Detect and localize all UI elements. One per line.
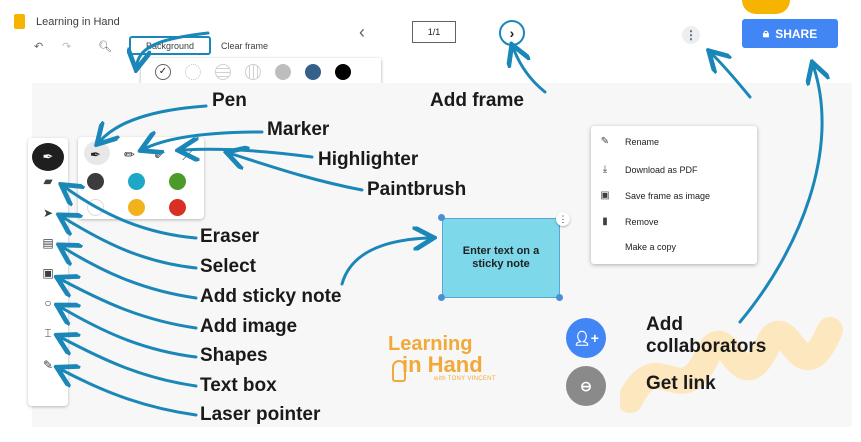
label-add-collaborators-line2: collaborators	[646, 335, 767, 357]
logo-line2: in Hand	[402, 352, 483, 377]
label-paintbrush: Paintbrush	[367, 179, 467, 200]
get-link-button[interactable]: ⊖	[566, 366, 606, 406]
label-pen: Pen	[212, 90, 247, 111]
label-eraser: Eraser	[200, 226, 260, 247]
label-add-collaborators-line1: Add	[646, 314, 683, 335]
label-marker: Marker	[267, 119, 330, 140]
label-add-sticky-note: Add sticky note	[200, 286, 342, 307]
label-shapes: Shapes	[200, 345, 268, 366]
label-add-image: Add image	[200, 316, 298, 337]
label-add-collaborators: Add collaborators	[646, 314, 766, 358]
label-highlighter: Highlighter	[318, 149, 419, 170]
link-icon: ⊖	[580, 377, 592, 394]
label-get-link: Get link	[646, 373, 716, 394]
learning-in-hand-logo: Learning in Hand with TONY VINCENT	[388, 334, 496, 382]
label-select: Select	[200, 256, 256, 277]
label-text-box: Text box	[200, 375, 277, 396]
logo-byline: with TONY VINCENT	[434, 376, 496, 382]
label-laser-pointer: Laser pointer	[200, 404, 321, 425]
logo-line1: Learning	[388, 333, 473, 355]
add-collaborators-button[interactable]: 👤︎+	[566, 318, 606, 358]
label-add-frame: Add frame	[430, 90, 524, 111]
add-person-icon: 👤︎+	[573, 329, 599, 346]
